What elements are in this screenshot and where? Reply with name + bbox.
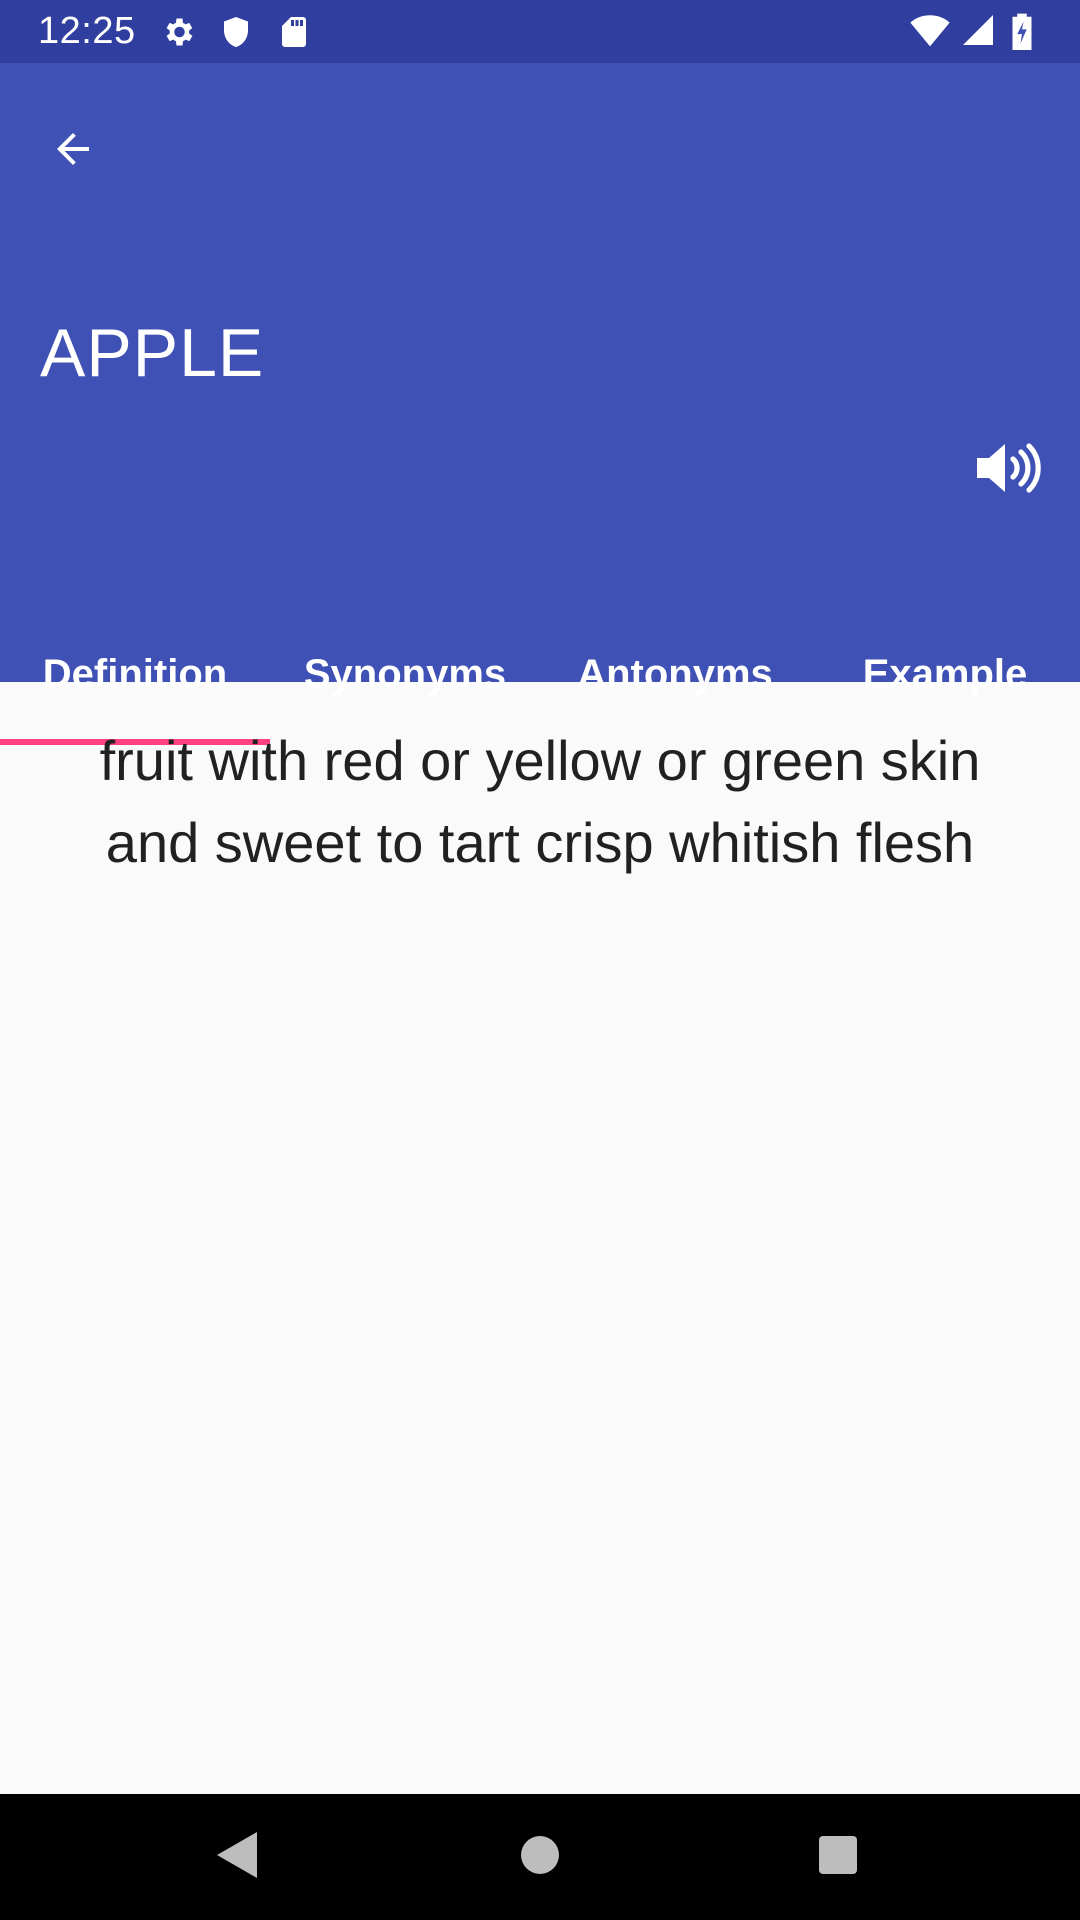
tab-label: Antonyms xyxy=(577,651,773,696)
status-bar: 12:25 xyxy=(0,0,1080,63)
status-right-icons xyxy=(910,12,1046,51)
app-bar: APPLE Definition Synonyms Antonyms Examp… xyxy=(0,63,1080,745)
nav-home-button[interactable] xyxy=(507,1824,573,1890)
nav-recents-button[interactable] xyxy=(805,1824,871,1890)
sd-card-icon xyxy=(276,14,312,50)
nav-recents-icon xyxy=(818,1835,858,1880)
word-title: APPLE xyxy=(40,315,265,391)
status-time: 12:25 xyxy=(38,10,136,52)
tab-label: Synonyms xyxy=(303,651,507,696)
settings-icon xyxy=(160,14,196,50)
navigation-bar xyxy=(0,1794,1080,1920)
back-button[interactable] xyxy=(30,108,116,194)
nav-back-button[interactable] xyxy=(204,1824,270,1890)
screen: 12:25 APPLE Definition Synonyms Antonyms… xyxy=(0,0,1080,1920)
status-left-icons xyxy=(160,14,312,50)
tab-label: Definition xyxy=(42,651,228,696)
nav-back-icon xyxy=(215,1830,259,1885)
definition-text: fruit with red or yellow or green skin a… xyxy=(99,729,981,874)
shield-icon xyxy=(218,14,254,50)
pronounce-button[interactable] xyxy=(966,428,1050,512)
wifi-icon xyxy=(910,12,950,48)
nav-home-icon xyxy=(520,1835,560,1880)
battery-charging-icon xyxy=(1010,12,1046,51)
arrow-left-icon xyxy=(49,125,97,178)
tab-label: Example xyxy=(862,651,1028,696)
signal-icon xyxy=(960,12,996,48)
speaker-volume-icon xyxy=(975,440,1041,501)
